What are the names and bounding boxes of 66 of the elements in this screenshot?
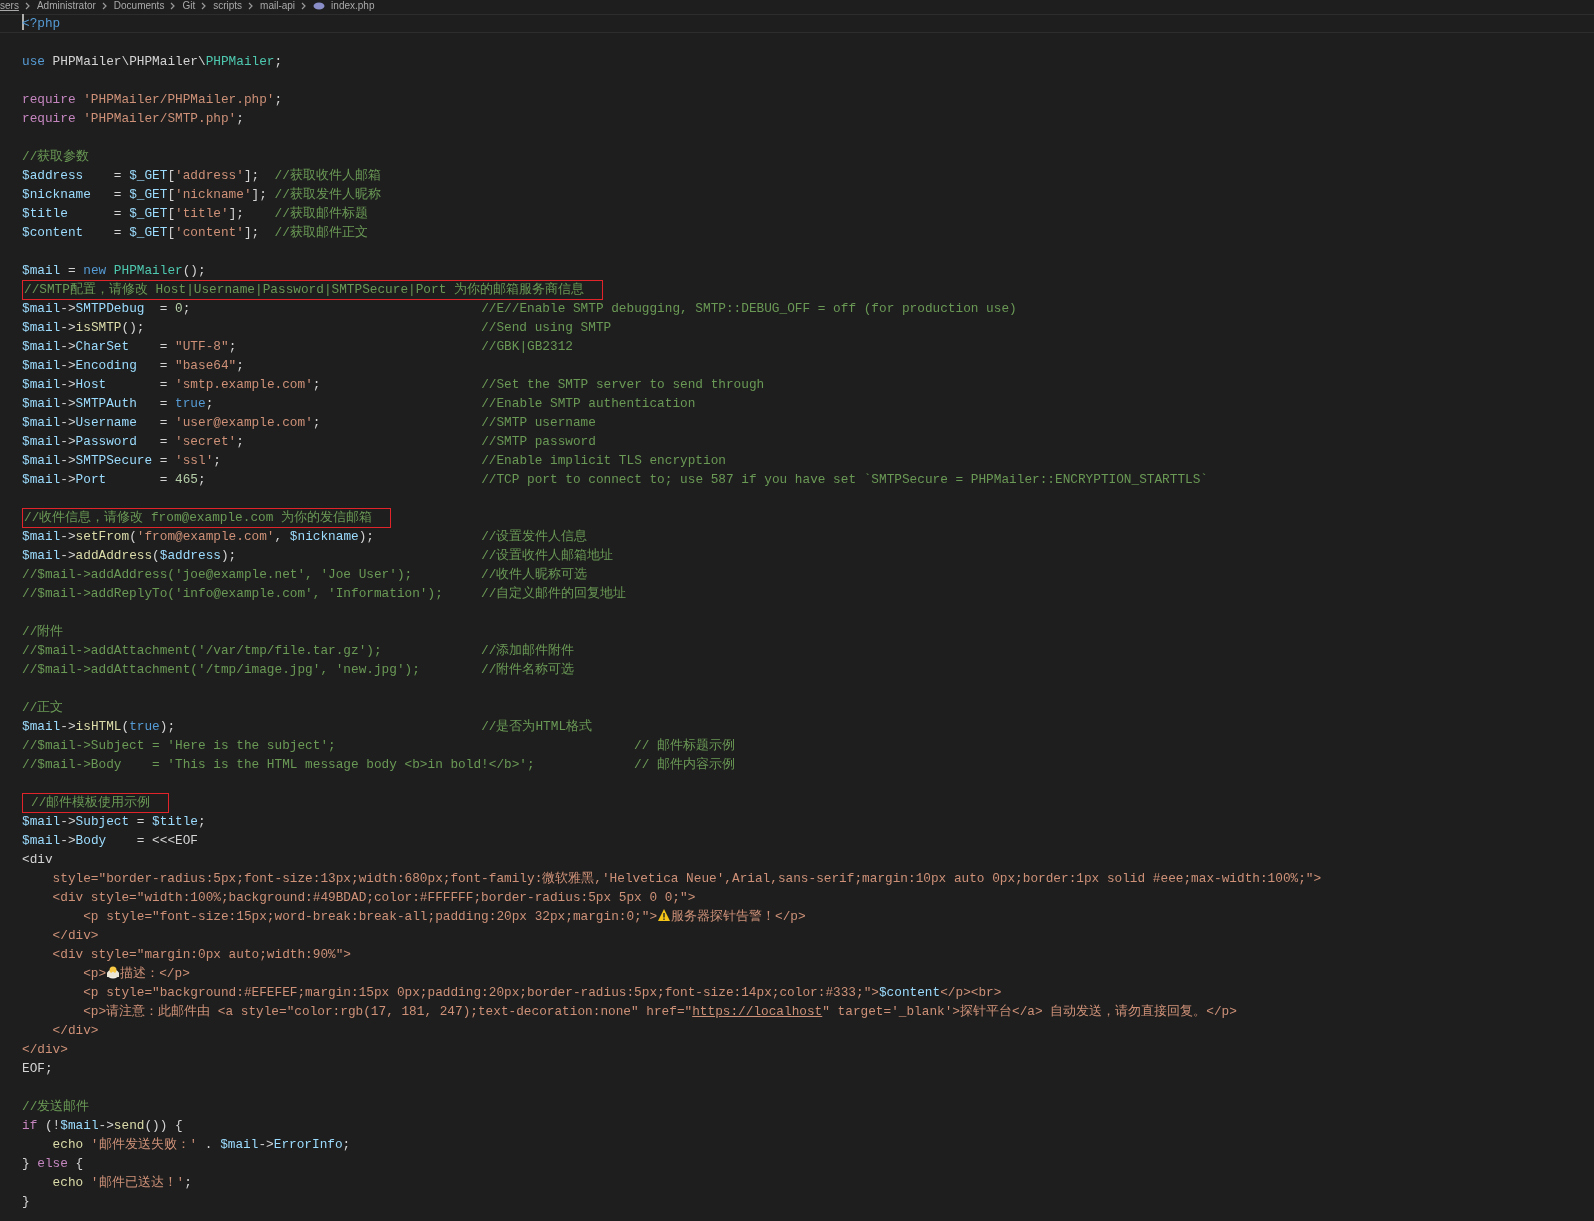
code-line: //获取参数 (22, 148, 90, 166)
code-line: $mail->SMTPSecure = 'ssl'; //Enable implicit TLS encryption (22, 452, 726, 470)
code-line: style="border-radius:5px;font-size:13px;width:680px;font-family:微软雅黑,'Helvetica Neue',Arial,sans-serif;margin:10px auto 0px;border:1px solid #eee;max-width:100%;"> (51, 870, 1322, 888)
breadcrumb-item[interactable]: index.php (331, 0, 375, 12)
code-line: //$mail->Subject = 'Here is the subject'; // 邮件标题示例 (22, 737, 736, 755)
breadcrumb-item[interactable]: Documents (113, 0, 165, 12)
code-line: $mail->addAddress($address); //设置收件人邮箱地址 (22, 547, 614, 565)
breadcrumb-item[interactable]: mail-api (260, 0, 296, 12)
code-line: <div style="width:100%;background:#49BDAD;color:#FFFFFF;border-radius:5px 5px 0 0;"> (51, 889, 696, 907)
code-line: //$mail->Body = 'This is the HTML message body <b>in bold!</b>'; // 邮件内容示例 (22, 756, 736, 774)
chevron-icon (170, 2, 177, 10)
warning-icon (657, 908, 672, 922)
code-line: $mail->SMTPDebug = 0; //E//Enable SMTP debugging, SMTP::DEBUG_OFF = off (for production use) (22, 300, 1017, 318)
breadcrumb-item[interactable]: scripts (213, 0, 243, 12)
code-line: $content = $_GET['content']; //获取邮件正文 (22, 224, 368, 242)
code-line: $mail = new PHPMailer(); (22, 262, 206, 280)
code-line: <p style="font-size:15px;word-break:break-all;padding:20px 32px;margin:0;"> 服务器探针告警！</p> (82, 907, 806, 926)
code-line: $mail->isSMTP(); //Send using SMTP (22, 319, 612, 337)
code-line: $mail->Host = 'smtp.example.com'; //Set the SMTP server to send through (22, 376, 765, 394)
code-line: //$mail->addAttachment('/tmp/image.jpg', 'new.jpg'); //附件名称可选 (22, 661, 575, 679)
code-line: <p style="background:#EFEFEF;margin:15px 0px;padding:20px;border-radius:5px;font-size:14px;color:#333;">$content</p><br> (82, 984, 1002, 1002)
code-line: $address = $_GET['address']; //获取收件人邮箱 (22, 167, 381, 185)
code-line: $mail->Body = <<<EOF (22, 832, 198, 850)
code-line: } (22, 1193, 30, 1211)
code-line: //$mail->addReplyTo('info@example.com', 'Information'); //自定义邮件的回复地址 (22, 585, 627, 603)
code-line: $mail->CharSet = "UTF-8"; //GBK|GB2312 (22, 338, 573, 356)
code-line: //发送邮件 (22, 1098, 90, 1116)
code-line: </div> (51, 1022, 99, 1040)
code-line: if (!$mail->send()) { (22, 1117, 183, 1135)
code-line: <p> 描述：</p> (82, 964, 190, 983)
code-line: //正文 (22, 699, 64, 717)
code-line: $mail->Subject = $title; (22, 813, 206, 831)
chevron-icon (101, 2, 108, 10)
code-line: $nickname = $_GET['nickname']; //获取发件人昵称 (22, 186, 381, 204)
code-line: $mail->SMTPAuth = true; //Enable SMTP authentication (22, 395, 696, 413)
code-line: $title = $_GET['title']; //获取邮件标题 (22, 205, 368, 223)
code-line: $mail->setFrom('from@example.com', $nickname); //设置发件人信息 (22, 528, 588, 546)
code-line: //附件 (22, 623, 64, 641)
code-line: $mail->Username = 'user@example.com'; //SMTP username (22, 414, 596, 432)
code-line: $mail->Password = 'secret'; //SMTP password (22, 433, 596, 451)
code-line: echo '邮件已送达！'; (51, 1174, 192, 1192)
code-line: EOF; (22, 1060, 53, 1078)
code-line: //$mail->addAttachment('/var/tmp/file.tar.gz'); //添加邮件附件 (22, 642, 575, 660)
code-line: <div (22, 851, 53, 869)
code-line: <p>请注意：此邮件由 <a style="color:rgb(17, 181, 247);text-decoration:none" href="https://localhost" target='_blank'>探针平台</a> 自动发送，请勿直接回复。</p> (82, 1003, 1237, 1021)
code-line: use PHPMailer\PHPMailer\PHPMailer; (22, 53, 283, 71)
breadcrumb-item[interactable]: Git (182, 0, 196, 12)
code-line: $mail->Port = 465; //TCP port to connect to; use 587 if you have set `SMTPSecure = PHPMailer::ENCRYPTION_STARTTLS` (22, 471, 1208, 489)
php-file-icon (313, 2, 326, 10)
code-line: </div> (22, 1041, 68, 1059)
code-line: require 'PHPMailer/SMTP.php'; (22, 110, 244, 128)
breadcrumb-item[interactable]: sers (0, 0, 19, 12)
chevron-icon (248, 2, 255, 10)
code-line: echo '邮件发送失败：' . $mail->ErrorInfo; (51, 1136, 351, 1154)
chick-icon (106, 965, 121, 979)
chevron-icon (24, 2, 31, 10)
code-line: } else { (22, 1155, 84, 1173)
code-line: //$mail->addAddress('joe@example.net', 'Joe User'); //收件人昵称可选 (22, 566, 588, 584)
code-line: $mail->isHTML(true); //是否为HTML格式 (22, 718, 593, 736)
code-line: $mail->Encoding = "base64"; (22, 357, 244, 375)
code-line: <div style="margin:0px auto;width:90%"> (51, 946, 351, 964)
chevron-icon (301, 2, 308, 10)
code-line: require 'PHPMailer/PHPMailer.php'; (22, 91, 283, 109)
code-line: </div> (51, 927, 99, 945)
breadcrumb-item[interactable]: Administrator (36, 0, 96, 12)
chevron-icon (201, 2, 208, 10)
